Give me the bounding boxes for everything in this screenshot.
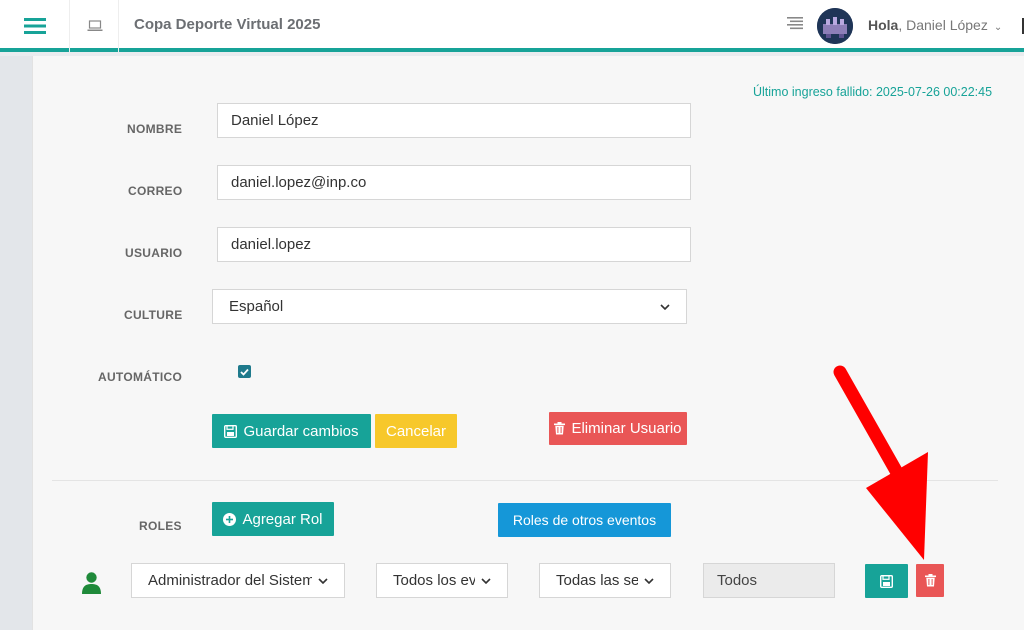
user-icon <box>82 572 101 594</box>
chevron-down-icon <box>644 577 654 584</box>
save-changes-button[interactable]: Guardar cambios <box>212 414 371 448</box>
avatar-logo-icon <box>817 8 853 44</box>
floppy-disk-icon <box>224 424 238 438</box>
culture-select-value: Español <box>229 298 284 315</box>
event-select[interactable]: Todos los eventos <box>376 563 508 598</box>
delete-user-label: Eliminar Usuario <box>571 420 682 437</box>
delete-role-button[interactable] <box>916 564 944 597</box>
role-select[interactable]: Administrador del Sistema <box>131 563 345 598</box>
usuario-input[interactable]: daniel.lopez <box>217 227 691 262</box>
roles-label: ROLES <box>139 519 182 533</box>
notifications-list-button[interactable] <box>787 16 803 35</box>
avatar[interactable] <box>817 8 853 44</box>
add-role-button[interactable]: Agregar Rol <box>212 502 334 536</box>
menu-toggle-button[interactable] <box>0 0 70 52</box>
nombre-input[interactable]: Daniel López <box>217 103 691 138</box>
scope-field: Todos <box>703 563 835 598</box>
culture-label: CULTURE <box>124 308 183 322</box>
correo-input[interactable]: daniel.lopez@inp.co <box>217 165 691 200</box>
list-icon <box>787 17 803 30</box>
greeting-prefix: Hola <box>868 17 899 33</box>
check-icon <box>240 368 249 376</box>
save-role-button[interactable] <box>865 564 908 598</box>
other-events-roles-button[interactable]: Roles de otros eventos <box>498 503 671 537</box>
desktop-view-button[interactable] <box>71 0 119 52</box>
role-select-value: Administrador del Sistema <box>148 572 312 589</box>
automatico-checkbox[interactable] <box>238 365 251 378</box>
add-role-label: Agregar Rol <box>242 510 323 528</box>
top-bar: Copa Deporte Virtual 2025 Hola, Daniel L… <box>0 0 1024 52</box>
greeting-name: , Daniel López <box>898 17 988 33</box>
delete-user-button[interactable]: Eliminar Usuario <box>549 412 687 445</box>
chevron-down-icon <box>481 577 491 584</box>
section-select[interactable]: Todas las secciones <box>539 563 671 598</box>
automatico-label: AUTOMÁTICO <box>98 370 183 384</box>
plus-circle-icon <box>223 512 237 526</box>
last-failed-login: Último ingreso fallido: 2025-07-26 00:22… <box>753 85 993 99</box>
hamburger-icon <box>23 18 46 34</box>
save-changes-label: Guardar cambios <box>243 422 359 440</box>
trash-icon <box>554 422 566 435</box>
correo-label: CORREO <box>128 184 183 198</box>
user-menu[interactable]: Hola, Daniel López ⌄ <box>868 17 1002 33</box>
left-sidebar-strip <box>0 56 32 630</box>
laptop-icon <box>87 20 102 31</box>
chevron-down-icon <box>660 303 670 310</box>
section-select-value: Todas las secciones <box>556 572 638 589</box>
trash-icon <box>924 574 936 587</box>
cancel-button[interactable]: Cancelar <box>375 414 457 448</box>
chevron-down-icon: ⌄ <box>993 22 1003 33</box>
annotation-arrow-icon <box>833 365 928 560</box>
culture-select[interactable]: Español <box>212 289 687 324</box>
usuario-label: USUARIO <box>125 246 183 260</box>
floppy-disk-icon <box>880 574 893 588</box>
app-title: Copa Deporte Virtual 2025 <box>134 16 321 33</box>
chevron-down-icon <box>318 577 328 584</box>
nombre-label: NOMBRE <box>127 122 183 136</box>
event-select-value: Todos los eventos <box>393 572 475 589</box>
